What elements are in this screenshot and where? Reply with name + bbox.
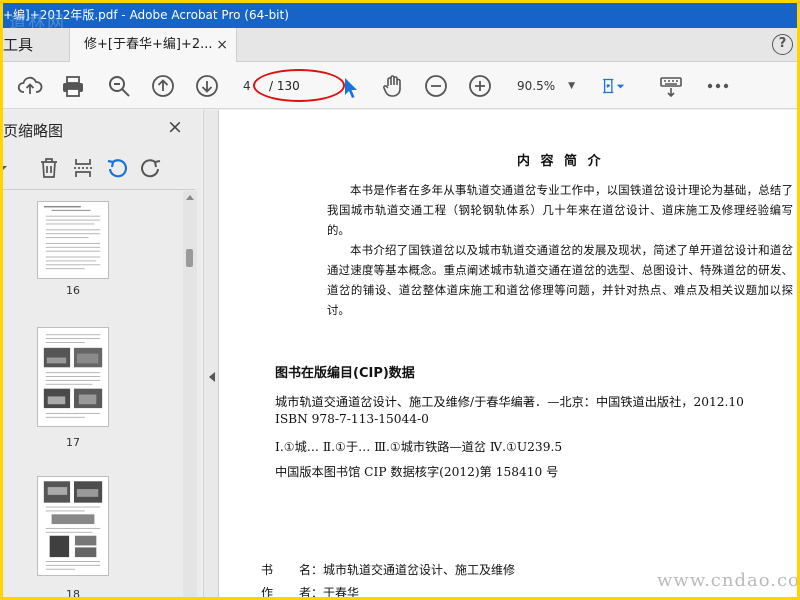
thumbnail-tools <box>3 146 195 190</box>
keyboard-icon[interactable] <box>658 73 684 99</box>
page-up-icon[interactable] <box>150 73 176 99</box>
zoom-level-select[interactable]: 90.5% ▼ <box>511 74 581 98</box>
body-paragraph: 本书介绍了国铁道岔以及城市轨道交通道岔的发展及现状，简述了单开道岔设计和道岔通过… <box>327 243 793 317</box>
thumbnail-list: 16 17 18 <box>3 191 181 597</box>
page-thumbnail[interactable] <box>37 476 109 576</box>
thumbnail-label: 18 <box>66 588 80 597</box>
rotate-left-icon[interactable] <box>105 156 129 180</box>
tab-tools[interactable]: 工具 <box>3 28 65 62</box>
thumbnail-scrollbar[interactable] <box>183 191 197 597</box>
acrobat-window: +编]+2012年版.pdf - Adobe Acrobat Pro (64-b… <box>3 3 797 597</box>
page-thumbnails-panel: 页缩略图 × 16 17 18 <box>3 110 201 597</box>
help-icon[interactable]: ? <box>772 34 793 55</box>
zoom-level-value: 90.5% <box>517 79 556 93</box>
main-toolbar: 4 / 130 90.5% ▼ <box>3 62 797 109</box>
title-bar: +编]+2012年版.pdf - Adobe Acrobat Pro (64-b… <box>3 3 797 28</box>
scroll-up-arrow-icon[interactable] <box>186 195 194 200</box>
tab-document[interactable]: 修+[于春华+编]+2... × <box>69 28 237 63</box>
select-cursor-icon[interactable] <box>337 75 357 101</box>
page-heading: 内 容 简 介 <box>517 154 604 169</box>
meta-key: 作 <box>261 586 274 597</box>
watermark-bottom: www.cndao.com <box>657 570 797 591</box>
watermark-top: 道林网 <box>9 13 66 28</box>
body-paragraph: 本书是作者在多年从事轨道交通道岔专业工作中，以国铁道岔设计理论为基础，总结了我国… <box>327 183 793 237</box>
cloud-upload-icon[interactable] <box>17 73 43 99</box>
zoom-search-icon[interactable] <box>106 73 132 99</box>
cip-line: ISBN 978-7-113-15044-0 <box>275 412 429 426</box>
highlight-oval <box>253 69 345 102</box>
cip-line: 城市轨道交通道岔设计、施工及维修/于春华编著．—北京：中国铁道出版社，2012.… <box>275 395 744 409</box>
more-icon[interactable] <box>705 73 731 99</box>
cip-line: 中国版本图书馆 CIP 数据核字(2012)第 158410 号 <box>275 465 559 479</box>
panel-close-button[interactable]: × <box>167 116 183 138</box>
page-thumbnail[interactable] <box>37 201 109 279</box>
hand-icon[interactable] <box>380 73 406 99</box>
cip-title: 图书在版编目(CIP)数据 <box>275 366 415 381</box>
scrollbar-thumb[interactable] <box>186 249 193 267</box>
panel-title: 页缩略图 <box>3 122 64 140</box>
print-icon[interactable] <box>60 73 86 99</box>
meta-line: 书 名：城市轨道交通道岔设计、施工及维修 <box>261 561 515 578</box>
fit-page-icon[interactable] <box>601 73 637 99</box>
page-thumbnail[interactable] <box>37 327 109 427</box>
tab-bar: 工具 修+[于春华+编]+2... × ? <box>3 28 797 63</box>
meta-key: 书 <box>261 563 274 577</box>
options-caret-icon[interactable] <box>3 156 9 180</box>
meta-value: 名：城市轨道交通道岔设计、施工及维修 <box>299 563 516 577</box>
tab-document-label: 修+[于春华+编]+2... <box>84 37 213 52</box>
thumbnail-label: 16 <box>66 284 80 297</box>
zoom-out-icon[interactable] <box>423 73 449 99</box>
cip-line: Ⅰ.①城… Ⅱ.①于… Ⅲ.①城市铁路—道岔 Ⅳ.①U239.5 <box>275 440 563 454</box>
collapse-arrow-icon[interactable] <box>209 372 215 382</box>
extract-pages-icon[interactable] <box>71 156 95 180</box>
panel-collapse-strip[interactable] <box>203 110 219 597</box>
meta-value: 者：于春华 <box>299 586 360 597</box>
zoom-in-icon[interactable] <box>467 73 493 99</box>
rotate-right-icon[interactable] <box>139 156 163 180</box>
tab-close-button[interactable]: × <box>216 28 228 62</box>
page-down-icon[interactable] <box>194 73 220 99</box>
chevron-down-icon: ▼ <box>568 81 575 91</box>
meta-line: 作 者：于春华 <box>261 584 359 597</box>
thumbnail-label: 17 <box>66 436 80 449</box>
delete-icon[interactable] <box>37 156 61 180</box>
document-page: 内 容 简 介 本书是作者在多年从事轨道交通道岔专业工作中，以国铁道岔设计理论为… <box>219 110 797 597</box>
